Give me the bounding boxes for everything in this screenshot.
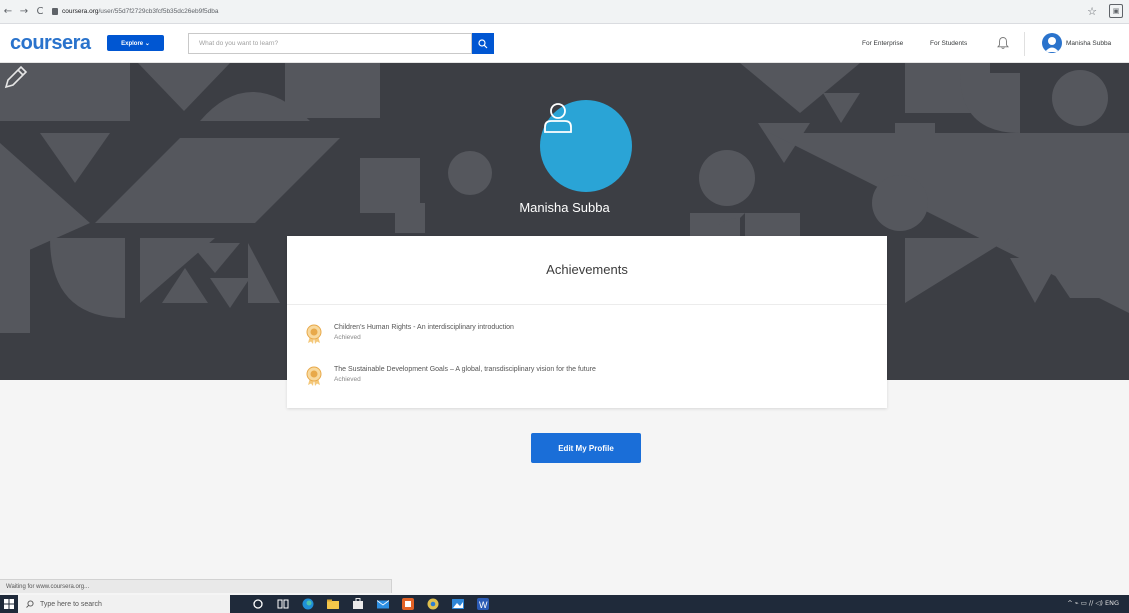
reload-icon[interactable]: C xyxy=(32,6,48,17)
office-icon[interactable] xyxy=(402,598,414,610)
taskbar-search-input[interactable]: Type here to search xyxy=(18,595,230,613)
chrome-icon[interactable] xyxy=(427,598,439,610)
svg-text:W: W xyxy=(479,600,488,610)
photos-icon[interactable] xyxy=(452,598,464,610)
user-icon xyxy=(1045,37,1059,52)
user-avatar[interactable] xyxy=(1042,33,1062,53)
coursera-logo[interactable]: coursera xyxy=(10,32,91,55)
url-path: /user/55d7f2729cb3fcf5b35dc26eb9f5dba xyxy=(98,8,219,15)
achievement-status: Achieved xyxy=(334,334,361,341)
explore-button[interactable]: Explore ⌄ xyxy=(107,35,164,51)
mail-icon[interactable] xyxy=(377,598,389,610)
bookmark-star-icon[interactable]: ☆ xyxy=(1087,5,1097,18)
for-students-link[interactable]: For Students xyxy=(930,40,967,47)
taskbar-search-placeholder: Type here to search xyxy=(40,600,102,608)
edit-pencil-icon[interactable] xyxy=(0,63,30,93)
person-icon xyxy=(544,103,572,133)
taskbar: Type here to search W ^ ⌁ ▭ ∕∕ ◁) ENG xyxy=(0,595,1129,613)
for-enterprise-link[interactable]: For Enterprise xyxy=(862,40,903,47)
back-icon[interactable]: ← xyxy=(0,6,16,17)
search-input[interactable]: What do you want to learn? xyxy=(188,33,472,54)
achievement-title[interactable]: The Sustainable Development Goals – A gl… xyxy=(334,365,596,375)
windows-icon xyxy=(4,599,14,609)
system-tray[interactable]: ^ ⌁ ▭ ∕∕ ◁) ENG xyxy=(1067,599,1119,607)
file-explorer-icon[interactable] xyxy=(327,598,339,610)
achievement-item[interactable]: Children's Human Rights - An interdiscip… xyxy=(305,323,514,344)
user-name-menu[interactable]: Manisha Subba xyxy=(1066,40,1111,47)
search-icon xyxy=(26,600,34,608)
search-button[interactable] xyxy=(472,33,494,54)
profile-name: Manisha Subba xyxy=(519,200,610,215)
url-host: coursera.org xyxy=(62,8,99,15)
forward-icon[interactable]: → xyxy=(16,6,32,17)
achievement-status: Achieved xyxy=(334,376,361,383)
certificate-badge-icon xyxy=(306,366,322,386)
store-icon[interactable] xyxy=(352,598,364,610)
extension-icon[interactable]: ▣ xyxy=(1109,4,1123,18)
browser-toolbar: ← → C coursera.org/user/55d7f2729cb3fcf5… xyxy=(0,0,1129,24)
edge-icon[interactable] xyxy=(302,598,314,610)
achievements-card: Achievements Children's Human Rights - A… xyxy=(287,236,887,408)
task-view-icon[interactable] xyxy=(277,598,289,610)
achievements-title: Achievements xyxy=(546,262,628,277)
achievement-title[interactable]: Children's Human Rights - An interdiscip… xyxy=(334,323,514,333)
notification-bell-icon[interactable] xyxy=(996,36,1010,50)
achievement-item[interactable]: The Sustainable Development Goals – A gl… xyxy=(305,365,596,386)
card-divider xyxy=(287,304,887,305)
start-button[interactable] xyxy=(0,595,18,613)
edit-profile-button[interactable]: Edit My Profile xyxy=(531,433,641,463)
header-divider xyxy=(1024,32,1025,56)
word-icon[interactable]: W xyxy=(477,598,489,610)
browser-status-text: Waiting for www.coursera.org... xyxy=(0,579,392,593)
lock-icon xyxy=(52,8,58,15)
address-bar[interactable]: coursera.org/user/55d7f2729cb3fcf5b35dc2… xyxy=(52,8,219,15)
search-icon xyxy=(478,38,488,48)
site-header: coursera Explore ⌄ What do you want to l… xyxy=(0,24,1129,63)
profile-avatar xyxy=(540,100,632,192)
cortana-icon[interactable] xyxy=(252,598,264,610)
certificate-badge-icon xyxy=(306,324,322,344)
